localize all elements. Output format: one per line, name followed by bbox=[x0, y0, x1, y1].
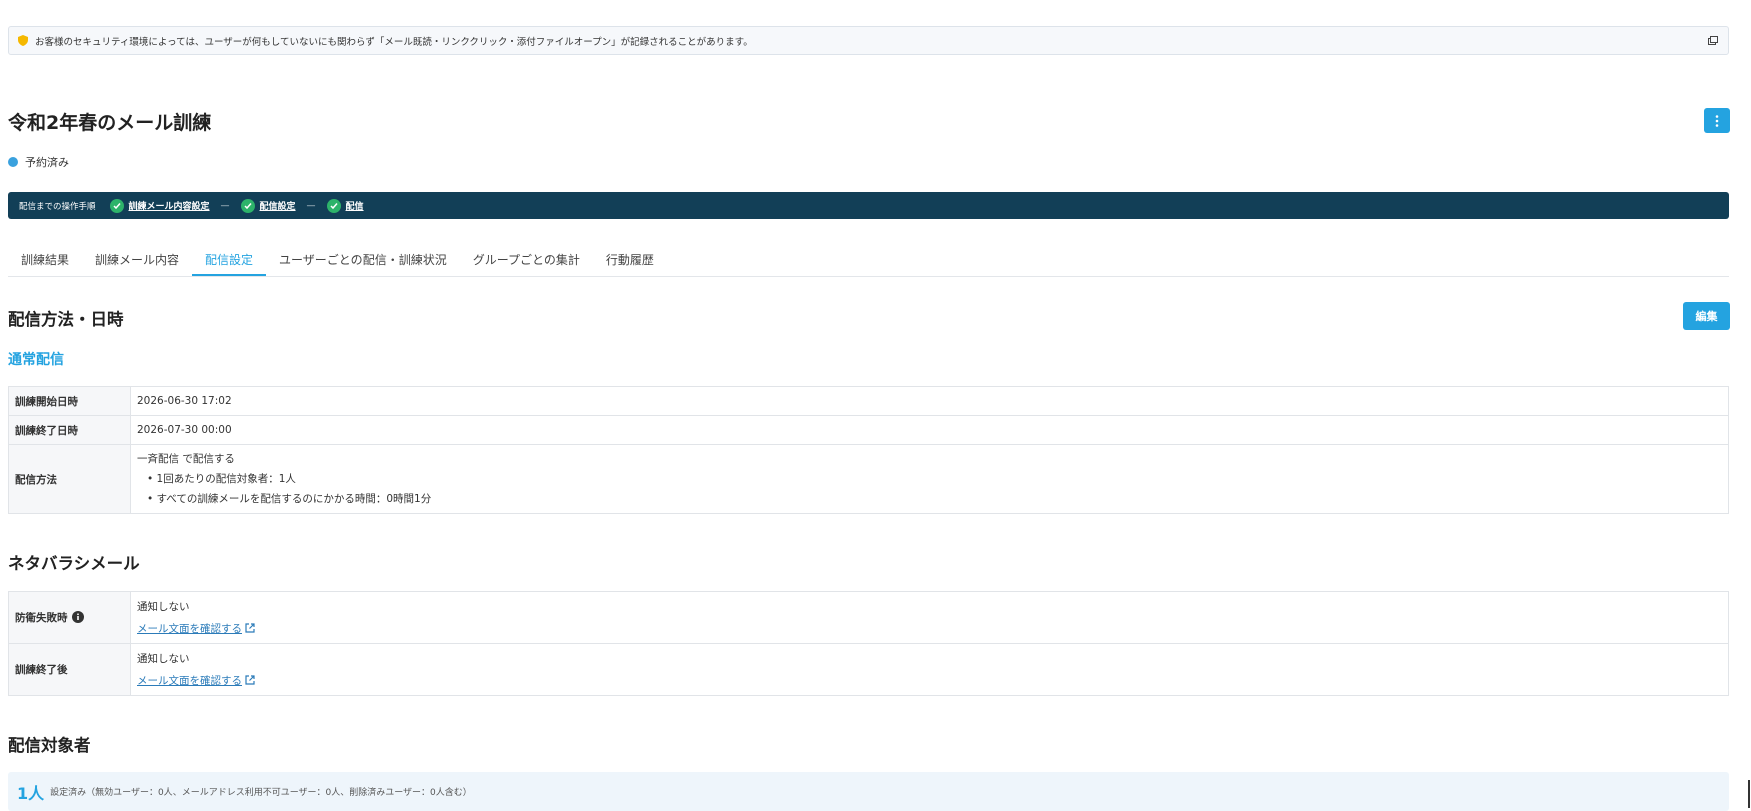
more-menu-button[interactable] bbox=[1704, 108, 1730, 133]
status-label: 予約済み bbox=[25, 156, 69, 169]
tab-delivery-settings[interactable]: 配信設定 bbox=[192, 246, 267, 276]
kebab-icon bbox=[1715, 114, 1719, 127]
row-value: 一斉配信 で配信する • 1回あたりの配信対象者：1人 • すべての訓練メールを… bbox=[130, 444, 1729, 514]
row-label: 配信方法 bbox=[8, 444, 131, 514]
notify-status: 通知しない bbox=[137, 652, 190, 665]
row-label: 防衛失敗時 bbox=[8, 591, 131, 644]
row-value: 通知しない メール文面を確認する bbox=[130, 643, 1729, 696]
check-circle-icon bbox=[326, 198, 341, 213]
target-count: 1人 bbox=[17, 783, 45, 803]
step-separator: — bbox=[306, 200, 316, 211]
check-circle-icon bbox=[240, 198, 255, 213]
step-link[interactable]: 訓練メール内容設定 bbox=[129, 199, 210, 212]
notice-text: お客様のセキュリティ環境によっては、ユーザーが何もしていないにも関わらず「メール… bbox=[35, 36, 753, 48]
page-title: 令和2年春のメール訓練 bbox=[8, 112, 212, 134]
mail-preview-link[interactable]: メール文面を確認する bbox=[137, 675, 242, 687]
step-separator: — bbox=[220, 200, 230, 211]
shield-icon bbox=[18, 35, 28, 46]
delivery-type-subtitle: 通常配信 bbox=[8, 352, 64, 368]
tab-bar: 訓練結果 訓練メール内容 配信設定 ユーザーごとの配信・訓練状況 グループごとの… bbox=[8, 246, 1729, 277]
security-notice-bar: お客様のセキュリティ環境によっては、ユーザーが何もしていないにも関わらず「メール… bbox=[8, 26, 1729, 55]
row-value: 2026-06-30 17:02 bbox=[130, 386, 1729, 416]
method-bullet: • すべての訓練メールを配信するのにかかる時間：0時間1分 bbox=[147, 493, 432, 505]
tab-mail-content[interactable]: 訓練メール内容 bbox=[82, 246, 192, 276]
mail-preview-link[interactable]: メール文面を確認する bbox=[137, 623, 242, 635]
delivery-table: 訓練開始日時 2026-06-30 17:02 訓練終了日時 2026-07-3… bbox=[8, 386, 1729, 514]
step-link[interactable]: 配信設定 bbox=[260, 199, 296, 212]
tab-user-status[interactable]: ユーザーごとの配信・訓練状況 bbox=[266, 246, 460, 276]
table-row: 防衛失敗時 通知しない メール文面を確認する bbox=[8, 591, 1729, 644]
delivery-section-title: 配信方法・日時 bbox=[8, 310, 124, 329]
help-icon[interactable] bbox=[71, 611, 84, 623]
steps-bar: 配信までの操作手順 訓練メール内容設定 — 配信設定 — 配信 bbox=[8, 192, 1729, 219]
table-row: 配信方法 一斉配信 で配信する • 1回あたりの配信対象者：1人 • すべての訓… bbox=[8, 444, 1729, 514]
row-label-text: 防衛失敗時 bbox=[15, 612, 68, 624]
row-label: 訓練開始日時 bbox=[8, 386, 131, 416]
step-delivery[interactable]: 配信 bbox=[326, 198, 364, 213]
netabare-table: 防衛失敗時 通知しない メール文面を確認する 訓練終了後 通知しない メール文面… bbox=[8, 591, 1729, 696]
mail-preview-link-wrap: メール文面を確認する bbox=[137, 618, 1722, 640]
target-detail: 設定済み（無効ユーザー：0人、メールアドレス利用不可ユーザー：0人、削除済みユー… bbox=[50, 788, 472, 798]
netabare-section-title: ネタバラシメール bbox=[8, 554, 140, 573]
popout-icon[interactable] bbox=[1708, 36, 1718, 45]
mail-preview-link-wrap: メール文面を確認する bbox=[137, 670, 1722, 692]
row-value: 2026-07-30 00:00 bbox=[130, 415, 1729, 445]
method-bullet: • 1回あたりの配信対象者：1人 bbox=[147, 473, 296, 485]
check-circle-icon bbox=[109, 198, 124, 213]
steps-label: 配信までの操作手順 bbox=[19, 201, 96, 212]
step-mail-content[interactable]: 訓練メール内容設定 bbox=[109, 198, 210, 213]
status-badge: 予約済み bbox=[8, 154, 69, 170]
step-delivery-settings[interactable]: 配信設定 bbox=[240, 198, 296, 213]
external-link-icon[interactable] bbox=[245, 674, 255, 685]
status-dot-icon bbox=[8, 157, 18, 167]
row-label: 訓練終了日時 bbox=[8, 415, 131, 445]
row-value: 通知しない メール文面を確認する bbox=[130, 591, 1729, 644]
tab-results[interactable]: 訓練結果 bbox=[8, 246, 82, 276]
scrollbar-thumb[interactable] bbox=[1748, 780, 1750, 808]
notify-status: 通知しない bbox=[137, 600, 190, 613]
external-link-icon[interactable] bbox=[245, 622, 255, 633]
targets-section-title: 配信対象者 bbox=[8, 736, 91, 755]
targets-summary: 1人 設定済み（無効ユーザー：0人、メールアドレス利用不可ユーザー：0人、削除済… bbox=[8, 772, 1729, 811]
tab-group-summary[interactable]: グループごとの集計 bbox=[460, 246, 593, 276]
table-row: 訓練終了日時 2026-07-30 00:00 bbox=[8, 415, 1729, 445]
tab-activity-history[interactable]: 行動履歴 bbox=[593, 246, 667, 276]
row-label: 訓練終了後 bbox=[8, 643, 131, 696]
table-row: 訓練開始日時 2026-06-30 17:02 bbox=[8, 386, 1729, 416]
edit-button[interactable]: 編集 bbox=[1683, 302, 1730, 330]
table-row: 訓練終了後 通知しない メール文面を確認する bbox=[8, 643, 1729, 696]
step-link[interactable]: 配信 bbox=[346, 199, 364, 212]
method-line: 一斉配信 で配信する bbox=[137, 453, 235, 465]
